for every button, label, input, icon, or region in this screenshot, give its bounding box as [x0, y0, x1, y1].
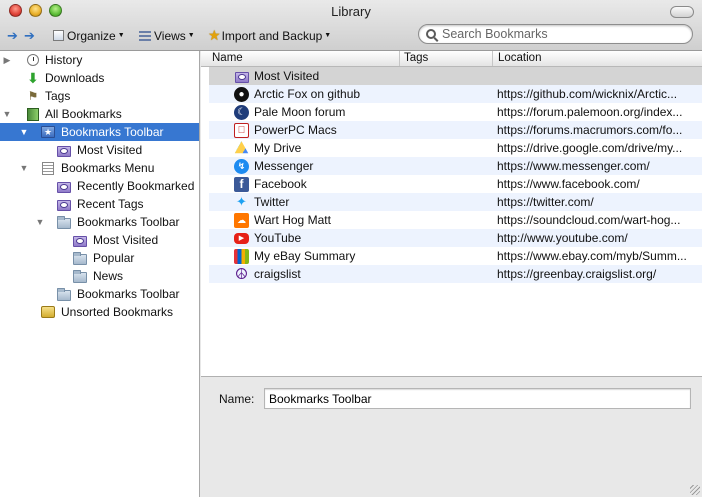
- table-row[interactable]: ● Arctic Fox on github https://github.co…: [209, 85, 702, 103]
- sidebar-item-history[interactable]: ▶ History: [0, 51, 199, 69]
- google-drive-icon: [234, 141, 249, 154]
- sidebar-item-bookmarks-menu[interactable]: ▼ Bookmarks Menu: [0, 159, 199, 177]
- column-header-location[interactable]: Location: [493, 51, 702, 66]
- macrumors-icon: : [234, 122, 249, 138]
- table-row[interactable]: ↯ Messenger https://www.messenger.com/: [209, 157, 702, 175]
- table-row[interactable]:  PowerPC Macs https://forums.macrumors.…: [209, 121, 702, 139]
- window-title: Library: [331, 4, 371, 19]
- disclosure-expanded-icon[interactable]: ▼: [35, 217, 45, 227]
- name-field-label: Name:: [219, 392, 255, 406]
- table-row[interactable]: Most Visited: [209, 67, 702, 85]
- folder-icon: [57, 215, 71, 229]
- pale-moon-icon: ☾: [234, 104, 249, 120]
- forward-button[interactable]: ➔: [24, 27, 35, 44]
- dropdown-caret-icon: ▼: [117, 32, 125, 39]
- views-icon: [139, 30, 151, 41]
- tag-icon: ⚑: [27, 89, 39, 103]
- folder-icon: [57, 287, 71, 301]
- table-row[interactable]: ✦ Twitter https://twitter.com/: [209, 193, 702, 211]
- clock-icon: [26, 53, 40, 67]
- title-bar: Library ➔ ➔ Organize ▼ Views ▼ ★ Import …: [0, 0, 702, 51]
- toolbar-toggle-button[interactable]: [670, 6, 694, 18]
- sidebar-item-bookmarks-toolbar[interactable]: ▼ ★ Bookmarks Toolbar: [0, 123, 199, 141]
- search-input[interactable]: [442, 27, 682, 41]
- search-field[interactable]: [418, 24, 693, 44]
- smart-folder-icon: [73, 233, 87, 247]
- twitter-icon: ✦: [236, 194, 247, 209]
- library-window: Library ➔ ➔ Organize ▼ Views ▼ ★ Import …: [0, 0, 702, 497]
- table-row[interactable]: ☾ Pale Moon forum https://forum.palemoon…: [209, 103, 702, 121]
- toolbar-star-folder-icon: ★: [41, 125, 55, 139]
- disclosure-collapsed-icon[interactable]: ▶: [2, 55, 12, 66]
- sidebar-item-menu-bookmarks-toolbar-2[interactable]: Bookmarks Toolbar: [0, 285, 199, 303]
- soundcloud-icon: ☁: [234, 212, 249, 228]
- sidebar-item-recently-bookmarked[interactable]: Recently Bookmarked: [0, 177, 199, 195]
- dropdown-caret-icon: ▼: [187, 32, 195, 39]
- folder-icon: [73, 251, 87, 265]
- sidebar-item-unsorted-bookmarks[interactable]: Unsorted Bookmarks: [0, 303, 199, 321]
- sidebar-item-menu-bookmarks-toolbar[interactable]: ▼ Bookmarks Toolbar: [0, 213, 199, 231]
- views-menu-button[interactable]: Views ▼: [139, 27, 195, 44]
- table-row[interactable]: f Facebook https://www.facebook.com/: [209, 175, 702, 193]
- youtube-icon: ▶: [234, 232, 249, 244]
- ebay-icon: [234, 248, 249, 264]
- disclosure-expanded-icon[interactable]: ▼: [19, 163, 29, 173]
- sidebar-item-tags[interactable]: ⚑ Tags: [0, 87, 199, 105]
- folder-icon: [73, 269, 87, 283]
- sidebar-item-nested-most-visited[interactable]: Most Visited: [0, 231, 199, 249]
- dropdown-caret-icon: ▼: [324, 32, 332, 39]
- star-icon: ★: [208, 27, 221, 43]
- sidebar-item-all-bookmarks[interactable]: ▼ All Bookmarks: [0, 105, 199, 123]
- sidebar-item-news[interactable]: News: [0, 267, 199, 285]
- organize-menu-button[interactable]: Organize ▼: [53, 27, 125, 44]
- views-label: Views: [154, 28, 186, 43]
- organize-icon: [53, 30, 64, 41]
- bookmarks-list: Name Tags Location Most Visited ● Arctic…: [201, 51, 702, 376]
- column-header-tags[interactable]: Tags: [400, 51, 493, 66]
- bookmarks-book-icon: [26, 107, 40, 121]
- github-icon: ●: [234, 86, 249, 102]
- places-sidebar: ▶ History ⬇ Downloads ⚑ Tags ▼ All Bookm…: [0, 51, 200, 497]
- forward-arrow-icon: ➔: [24, 27, 35, 43]
- sidebar-item-most-visited[interactable]: Most Visited: [0, 141, 199, 159]
- facebook-icon: f: [234, 176, 249, 192]
- column-header-name[interactable]: Name: [201, 51, 400, 66]
- table-row[interactable]: My Drive https://drive.google.com/drive/…: [209, 139, 702, 157]
- smart-folder-icon: [57, 143, 71, 157]
- sidebar-item-recent-tags[interactable]: Recent Tags: [0, 195, 199, 213]
- smart-folder-icon: [57, 197, 71, 211]
- table-row[interactable]: ▶ YouTube http://www.youtube.com/: [209, 229, 702, 247]
- name-field[interactable]: [264, 388, 691, 409]
- window-resize-grip[interactable]: [690, 485, 700, 495]
- organize-label: Organize: [67, 28, 116, 43]
- unsorted-bookmarks-icon: [41, 305, 55, 319]
- disclosure-expanded-icon[interactable]: ▼: [19, 127, 29, 137]
- smart-folder-icon: [234, 69, 249, 84]
- sidebar-item-popular[interactable]: Popular: [0, 249, 199, 267]
- disclosure-expanded-icon[interactable]: ▼: [2, 109, 12, 119]
- search-icon: [426, 29, 436, 39]
- details-pane: Name:: [201, 376, 702, 497]
- import-backup-label: Import and Backup: [221, 28, 323, 43]
- craigslist-peace-icon: ☮: [234, 266, 249, 283]
- sidebar-item-downloads[interactable]: ⬇ Downloads: [0, 69, 199, 87]
- download-arrow-icon: ⬇: [27, 69, 39, 86]
- table-row[interactable]: ☁ Wart Hog Matt https://soundcloud.com/w…: [209, 211, 702, 229]
- table-row[interactable]: My eBay Summary https://www.ebay.com/myb…: [209, 247, 702, 265]
- column-header-row: Name Tags Location: [201, 51, 702, 67]
- import-backup-menu-button[interactable]: ★ Import and Backup ▼: [208, 27, 331, 44]
- back-arrow-icon: ➔: [7, 27, 18, 43]
- table-row[interactable]: ☮ craigslist https://greenbay.craigslist…: [209, 265, 702, 283]
- smart-folder-icon: [57, 179, 71, 193]
- menu-list-icon: [41, 161, 55, 175]
- messenger-icon: ↯: [234, 158, 249, 174]
- back-button[interactable]: ➔: [7, 27, 18, 44]
